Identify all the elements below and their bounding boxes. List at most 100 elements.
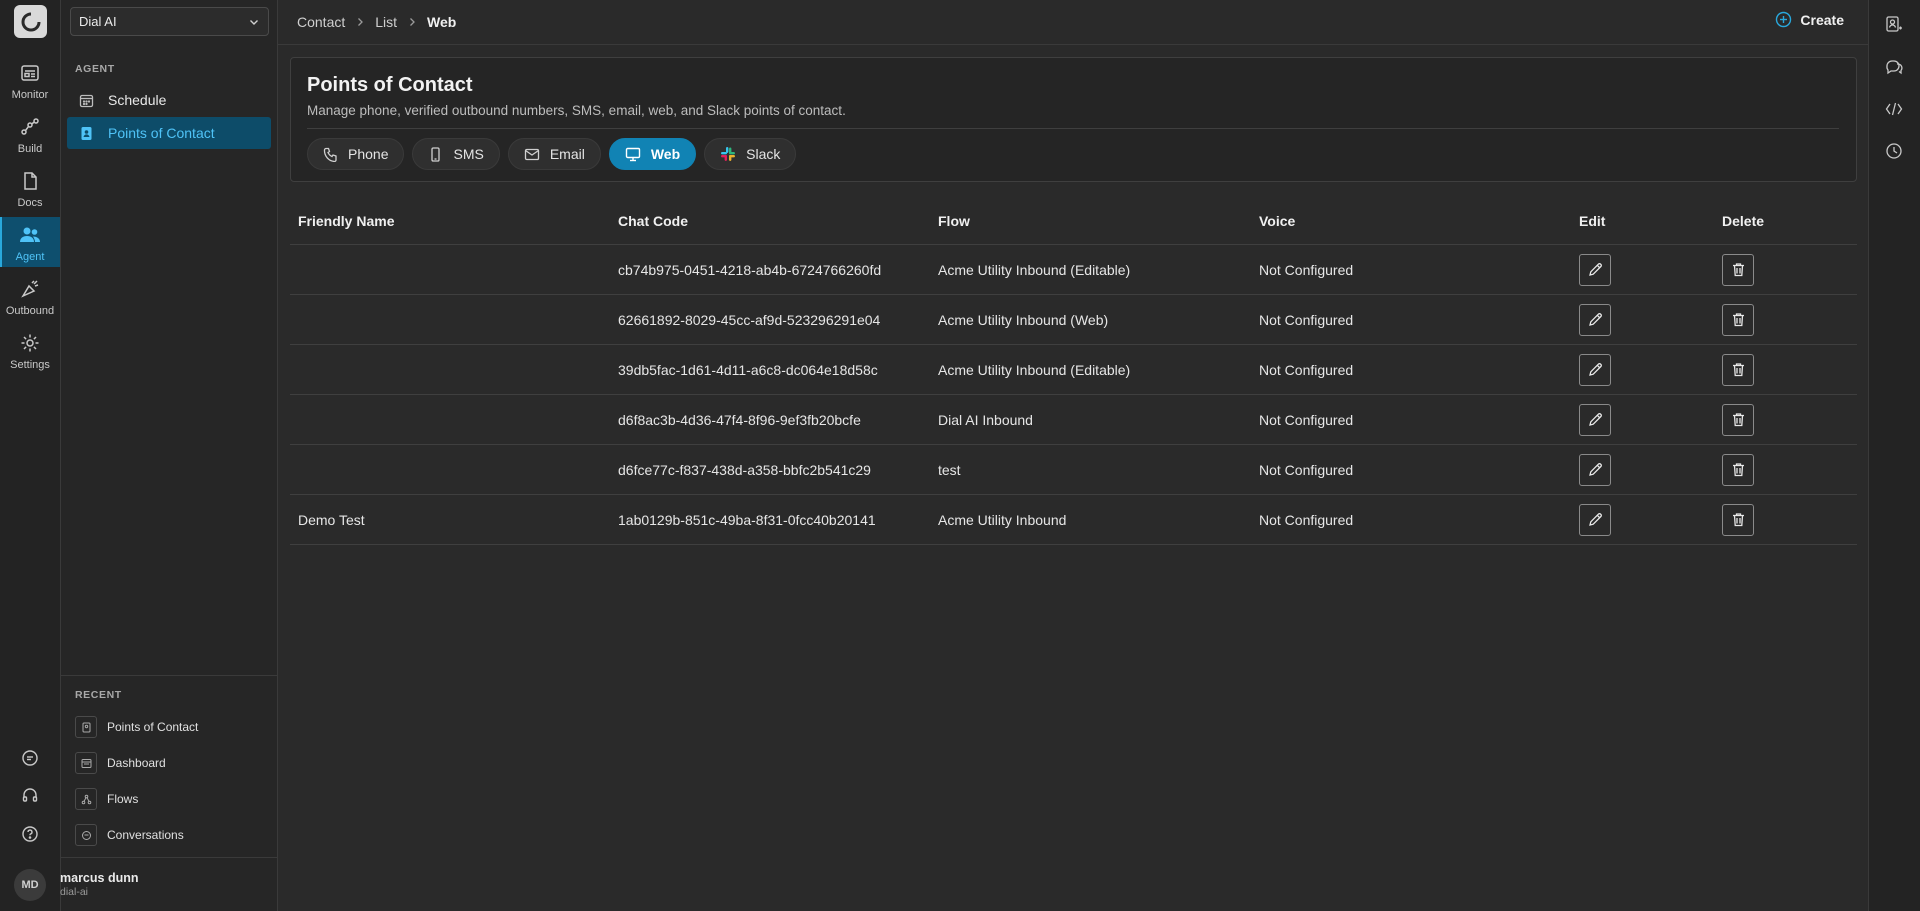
rail-item-monitor[interactable]: Monitor	[0, 55, 60, 105]
recent-item-conversations[interactable]: Conversations	[75, 822, 265, 848]
headset-button[interactable]	[0, 781, 60, 811]
sidebar-item-points-of-contact[interactable]: Points of Contact	[67, 117, 271, 149]
chat-code-cell: d6f8ac3b-4d36-47f4-8f96-9ef3fb20bcfe	[618, 411, 861, 428]
delete-button[interactable]	[1722, 503, 1754, 536]
trash-icon	[1731, 312, 1746, 327]
rail-item-settings[interactable]: Settings	[0, 325, 60, 375]
recent-item-dashboard[interactable]: Dashboard	[75, 750, 265, 776]
points-of-contact-card: Points of Contact Manage phone, verified…	[290, 57, 1857, 182]
breadcrumb-web: Web	[427, 14, 457, 30]
chevron-down-icon	[248, 16, 260, 28]
edit-button[interactable]	[1579, 403, 1611, 436]
app-logo-icon[interactable]	[14, 5, 47, 38]
tab-sms[interactable]: SMS	[412, 138, 500, 170]
column-header-delete: Delete	[1722, 212, 1765, 229]
chat-icon	[21, 749, 39, 767]
page-subtitle: Manage phone, verified outbound numbers,…	[307, 103, 846, 118]
delete-button[interactable]	[1722, 303, 1754, 336]
user-org: dial-ai	[60, 886, 89, 898]
sidebar-divider	[61, 675, 278, 676]
chat-support-button[interactable]	[0, 743, 60, 773]
section-label-agent: AGENT	[75, 63, 115, 75]
secondary-sidebar: Dial AI AGENT Schedule Points of Contact…	[60, 0, 278, 911]
column-header-friendly-name[interactable]: Friendly Name	[290, 213, 610, 229]
workspace-select[interactable]: Dial AI	[70, 7, 269, 36]
avatar[interactable]: MD	[14, 869, 46, 901]
plus-circle-icon	[1775, 11, 1792, 28]
chat-code-cell: d6fce77c-f837-438d-a358-bbfc2b541c29	[618, 461, 871, 478]
edit-button[interactable]	[1579, 503, 1611, 536]
workspace-name: Dial AI	[79, 14, 117, 29]
create-label: Create	[1800, 11, 1844, 28]
dashboard-icon	[75, 752, 97, 774]
sidebar-item-label: Schedule	[108, 92, 167, 108]
trash-icon	[1731, 362, 1746, 377]
table-body: cb74b975-0451-4218-ab4b-6724766260fd Acm…	[290, 245, 1857, 545]
column-header-flow[interactable]: Flow	[930, 213, 1251, 229]
edit-button[interactable]	[1579, 253, 1611, 286]
right-rail	[1868, 0, 1920, 911]
voice-cell: Not Configured	[1259, 361, 1354, 378]
card-divider	[307, 128, 1839, 129]
tab-email[interactable]: Email	[507, 138, 601, 170]
help-icon	[21, 825, 39, 843]
delete-button[interactable]	[1722, 353, 1754, 386]
chat-bubbles-icon[interactable]	[1885, 58, 1905, 78]
delete-button[interactable]	[1722, 253, 1754, 286]
breadcrumb-list[interactable]: List	[375, 14, 397, 30]
rail-item-agent[interactable]: Agent	[0, 217, 60, 267]
rail-label: Settings	[10, 359, 50, 371]
code-icon[interactable]	[1885, 100, 1905, 120]
tab-label: Slack	[746, 146, 781, 162]
edit-button[interactable]	[1579, 353, 1611, 386]
table-row: d6fce77c-f837-438d-a358-bbfc2b541c29 tes…	[290, 445, 1857, 495]
pencil-icon	[1588, 312, 1603, 327]
column-header-voice[interactable]: Voice	[1251, 213, 1571, 229]
docs-icon	[20, 171, 40, 191]
breadcrumb-contact[interactable]: Contact	[297, 14, 345, 30]
table-row: Demo Test 1ab0129b-851c-49ba-8f31-0fcc40…	[290, 495, 1857, 545]
gear-icon	[20, 333, 40, 353]
create-button[interactable]: Create	[1775, 11, 1844, 28]
edit-button[interactable]	[1579, 453, 1611, 486]
history-icon[interactable]	[1885, 142, 1905, 162]
channel-tabs: Phone SMS Email Web Slack	[307, 138, 797, 170]
pencil-icon	[1588, 362, 1603, 377]
flows-icon	[75, 788, 97, 810]
edit-cell	[1571, 253, 1714, 286]
contact-card-icon[interactable]	[1885, 15, 1905, 35]
delete-button[interactable]	[1722, 453, 1754, 486]
column-header-chat-code[interactable]: Chat Code	[610, 213, 930, 229]
sidebar-item-label: Points of Contact	[108, 125, 215, 141]
delete-cell	[1714, 253, 1857, 286]
tab-label: SMS	[453, 146, 484, 162]
desktop-icon	[625, 147, 641, 162]
voice-cell: Not Configured	[1259, 311, 1354, 328]
chat-code-cell: cb74b975-0451-4218-ab4b-6724766260fd	[618, 261, 882, 278]
trash-icon	[1731, 412, 1746, 427]
delete-button[interactable]	[1722, 403, 1754, 436]
edit-button[interactable]	[1579, 303, 1611, 336]
rail-label: Build	[17, 143, 43, 155]
flow-cell: Acme Utility Inbound	[938, 511, 1067, 528]
tab-phone[interactable]: Phone	[307, 138, 405, 170]
monitor-icon	[20, 63, 40, 83]
trash-icon	[1731, 262, 1746, 277]
delete-cell	[1714, 353, 1857, 386]
recent-item-points-of-contact[interactable]: Points of Contact	[75, 714, 265, 740]
edit-cell	[1571, 353, 1714, 386]
sidebar-item-schedule[interactable]: Schedule	[67, 84, 271, 116]
voice-cell: Not Configured	[1259, 411, 1354, 428]
recent-item-label: Points of Contact	[107, 720, 199, 734]
tab-slack[interactable]: Slack	[704, 138, 797, 170]
recent-item-flows[interactable]: Flows	[75, 786, 265, 812]
rail-item-build[interactable]: Build	[0, 109, 60, 159]
tab-web[interactable]: Web	[608, 138, 697, 170]
web-contacts-table: Friendly Name Chat Code Flow Voice Edit …	[290, 197, 1857, 545]
help-button[interactable]	[0, 819, 60, 849]
rail-item-docs[interactable]: Docs	[0, 163, 60, 213]
mobile-icon	[428, 146, 443, 162]
rail-item-outbound[interactable]: Outbound	[0, 271, 60, 321]
flow-cell: test	[938, 461, 961, 478]
edit-cell	[1571, 453, 1714, 486]
